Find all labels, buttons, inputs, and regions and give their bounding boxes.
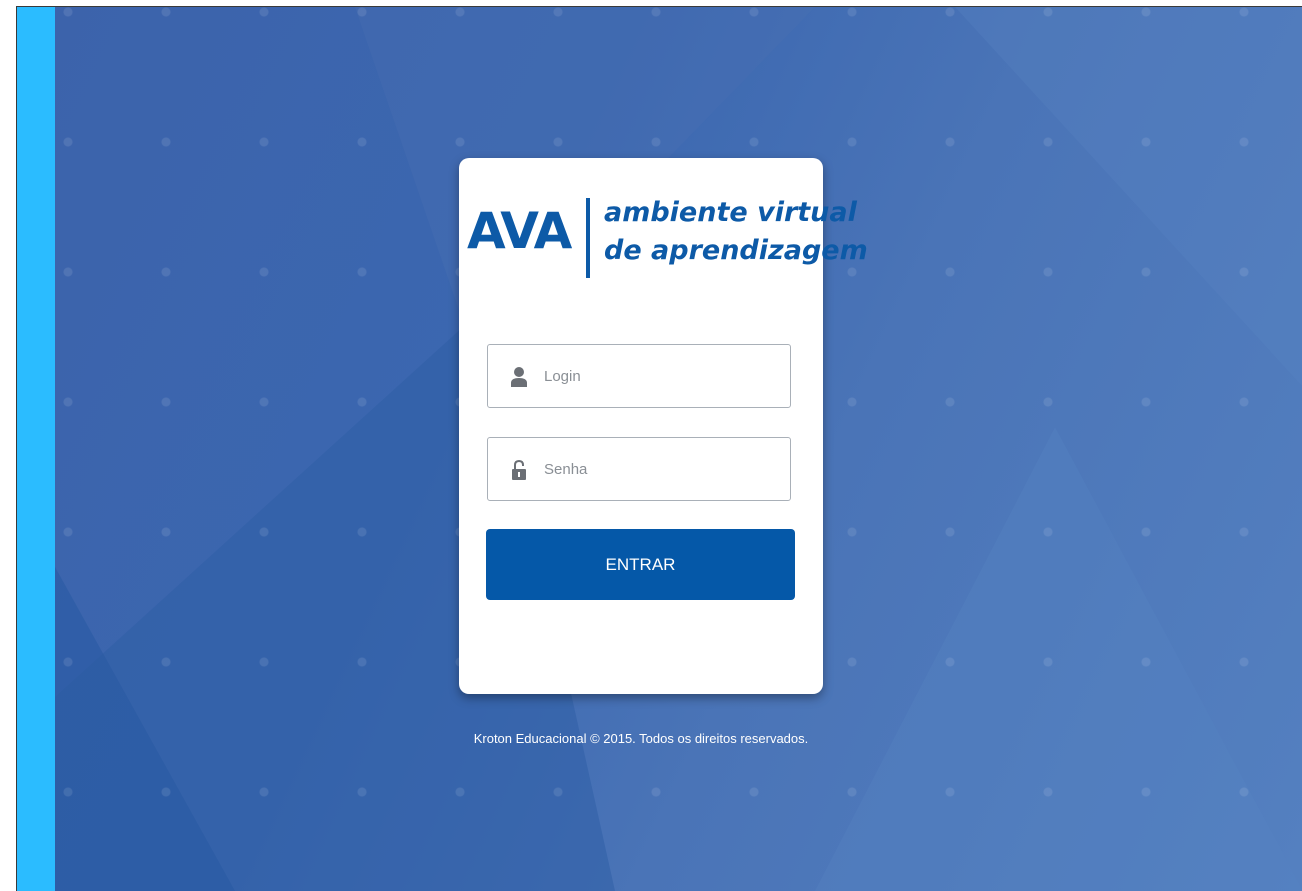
logo-brand-text: AVA [467, 202, 572, 260]
logo-tagline-line2: de aprendizagem [604, 235, 868, 266]
user-icon [511, 367, 527, 387]
ava-logo: AVA ambiente virtual de aprendizagem [467, 197, 868, 288]
password-input[interactable] [544, 438, 784, 500]
logo-tagline: ambiente virtual de aprendizagem [604, 194, 868, 270]
password-field[interactable] [487, 437, 791, 501]
lock-icon [512, 460, 526, 480]
left-accent-strip [17, 7, 55, 891]
logo-tagline-line1: ambiente virtual [604, 197, 857, 228]
logo-divider [586, 198, 590, 278]
login-field[interactable] [487, 344, 791, 408]
browser-viewport: AVA ambiente virtual de aprendizagem ENT… [16, 6, 1302, 891]
submit-button[interactable]: ENTRAR [486, 529, 795, 600]
copyright-footer: Kroton Educacional © 2015. Todos os dire… [473, 731, 809, 746]
login-input[interactable] [544, 345, 784, 407]
login-card: AVA ambiente virtual de aprendizagem ENT… [459, 158, 868, 694]
